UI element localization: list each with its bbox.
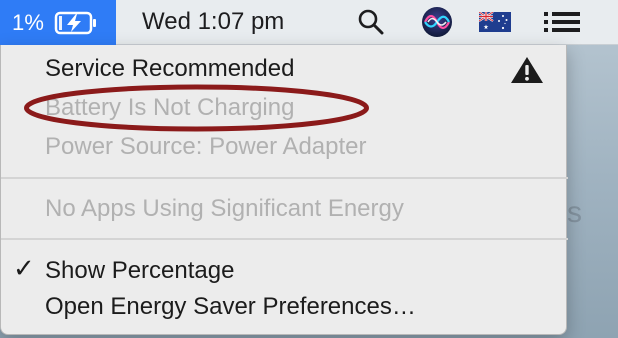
search-icon xyxy=(358,9,384,35)
menu-bar: 1% Wed 1:07 pm xyxy=(0,0,618,45)
menu-separator xyxy=(1,177,568,179)
open-energy-saver-item[interactable]: Open Energy Saver Preferences… xyxy=(45,292,416,322)
energy-apps-item: No Apps Using Significant Energy xyxy=(45,195,404,222)
battery-percentage: 1% xyxy=(12,9,45,35)
siri-icon xyxy=(422,7,452,37)
battery-status-item[interactable]: 1% xyxy=(0,0,116,45)
battery-charging-icon xyxy=(54,11,97,34)
spotlight-search-button[interactable] xyxy=(355,7,387,37)
charging-status-item: Battery Is Not Charging xyxy=(45,94,295,121)
menubar-clock[interactable]: Wed 1:07 pm xyxy=(142,7,284,37)
control-center-button[interactable] xyxy=(542,7,582,37)
battery-condition-item: Service Recommended xyxy=(45,55,295,82)
australia-flag-icon xyxy=(479,12,511,32)
power-source-item: Power Source: Power Adapter xyxy=(45,133,367,160)
menu-separator xyxy=(1,238,568,240)
show-percentage-item[interactable]: Show Percentage xyxy=(45,256,234,286)
warning-icon xyxy=(511,57,543,83)
siri-button[interactable] xyxy=(420,7,454,37)
checkmark-icon: ✓ xyxy=(13,254,35,284)
battery-menu: Service Recommended Battery Is Not Charg… xyxy=(0,45,568,335)
list-icon xyxy=(544,12,580,32)
input-source-menu[interactable] xyxy=(478,7,512,37)
background-text-fragment: s xyxy=(567,196,582,229)
